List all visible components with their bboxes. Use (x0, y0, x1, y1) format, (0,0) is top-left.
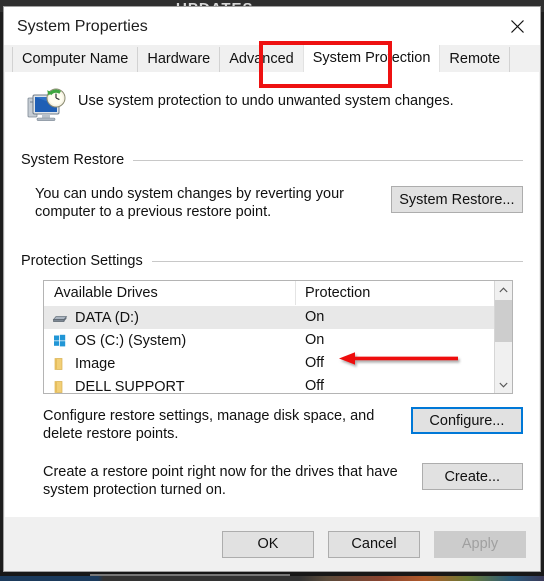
drive-label: Image (75, 355, 116, 372)
desktop-bottom-colorstrip (0, 576, 544, 581)
tab-remote[interactable]: Remote (439, 47, 511, 72)
windows-logo-icon (52, 333, 68, 349)
protection-value: Off (305, 378, 325, 393)
window-title: System Properties (17, 18, 148, 35)
protection-value: On (305, 332, 325, 348)
tab-hardware[interactable]: Hardware (137, 47, 221, 72)
create-row: Create a restore point right now for the… (21, 463, 523, 499)
drive-list-body: Available Drives Protection DATA (D:) On… (44, 281, 494, 393)
drive-label: DELL SUPPORT (75, 378, 185, 394)
protection-settings-group-header: Protection Settings (21, 253, 523, 269)
drive-cell: Image (44, 352, 296, 375)
available-drives-list[interactable]: Available Drives Protection DATA (D:) On… (43, 280, 513, 394)
apply-button: Apply (434, 530, 526, 558)
system-restore-description: You can undo system changes by reverting… (35, 186, 344, 220)
dialog-button-bar: OK Cancel Apply (4, 517, 540, 571)
drive-label: OS (C:) (System) (75, 332, 187, 349)
tab-advanced[interactable]: Advanced (219, 47, 304, 72)
create-description: Create a restore point right now for the… (43, 464, 398, 498)
title-bar: System Properties (4, 7, 540, 45)
chevron-down-icon[interactable] (495, 376, 512, 393)
protection-settings-group-label: Protection Settings (21, 253, 143, 269)
protection-value: Off (305, 355, 325, 371)
table-row[interactable]: DELL SUPPORT Off (44, 375, 494, 393)
drive-list-scrollbar[interactable] (494, 281, 512, 393)
system-restore-group-header: System Restore (21, 152, 523, 168)
table-row[interactable]: DATA (D:) On (44, 306, 494, 329)
chevron-up-icon[interactable] (495, 281, 512, 298)
tab-strip: Computer Name Hardware Advanced System P… (4, 45, 540, 72)
system-restore-icon (25, 86, 67, 128)
configure-row: Configure restore settings, manage disk … (21, 407, 523, 443)
drive-cell: DELL SUPPORT (44, 375, 296, 393)
table-row[interactable]: OS (C:) (System) On (44, 329, 494, 352)
tab-computer-name[interactable]: Computer Name (12, 47, 139, 72)
close-icon[interactable] (494, 7, 540, 45)
column-header-protection: Protection (305, 285, 371, 301)
system-restore-button[interactable]: System Restore... (390, 186, 523, 213)
panel-intro: Use system protection to undo unwanted s… (21, 72, 523, 128)
configure-description: Configure restore settings, manage disk … (43, 408, 375, 442)
system-properties-dialog: System Properties Computer Name Hardware… (3, 6, 541, 572)
scrollbar-thumb[interactable] (495, 300, 512, 342)
create-button[interactable]: Create... (421, 463, 523, 490)
system-restore-row: You can undo system changes by reverting… (21, 185, 523, 221)
tab-system-protection[interactable]: System Protection (302, 45, 441, 72)
cancel-button[interactable]: Cancel (328, 530, 420, 558)
system-restore-group-label: System Restore (21, 152, 125, 168)
drive-cell: OS (C:) (System) (44, 329, 296, 352)
group-divider (133, 159, 523, 161)
protection-value: On (305, 309, 325, 325)
hard-drive-icon (52, 310, 68, 326)
panel-intro-text: Use system protection to undo unwanted s… (78, 93, 454, 109)
system-restore-group: System Restore You can undo system chang… (21, 152, 523, 221)
drive-cell: DATA (D:) (44, 306, 296, 329)
group-divider (151, 260, 523, 262)
ok-button[interactable]: OK (222, 530, 314, 558)
folder-icon (52, 356, 68, 372)
folder-icon (52, 379, 68, 394)
protection-settings-group: Protection Settings Available Drives Pro… (21, 253, 523, 499)
configure-button[interactable]: Configure... (410, 407, 523, 434)
drive-list-header: Available Drives Protection (44, 281, 494, 306)
column-header-available-drives: Available Drives (44, 281, 296, 305)
system-protection-panel: Use system protection to undo unwanted s… (5, 72, 539, 517)
table-row[interactable]: Image Off (44, 352, 494, 375)
drive-label: DATA (D:) (75, 309, 139, 326)
